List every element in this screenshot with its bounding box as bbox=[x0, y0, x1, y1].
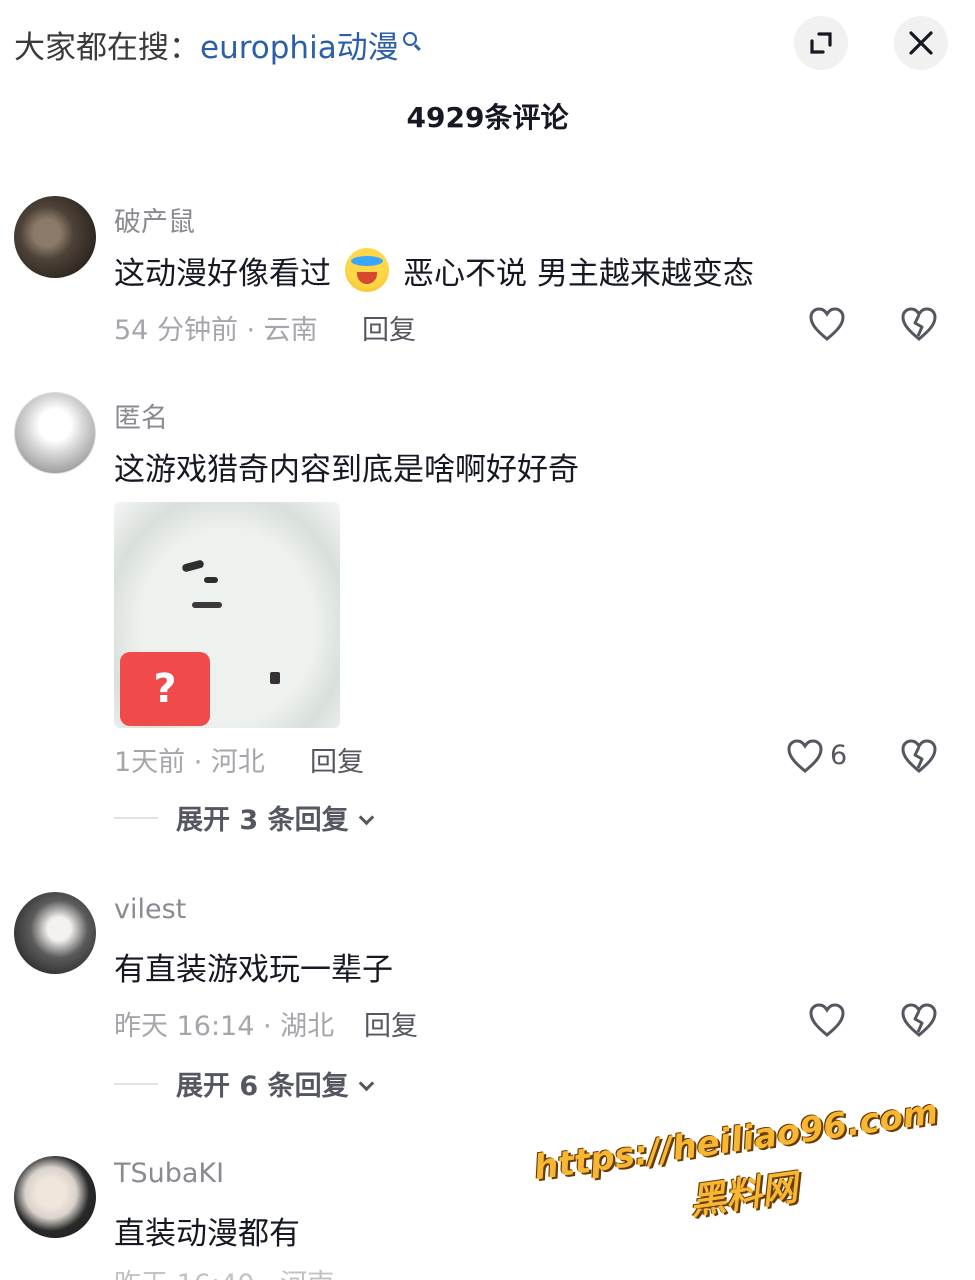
question-badge: ? bbox=[120, 652, 210, 726]
sticker-dot bbox=[270, 672, 280, 684]
search-suggestion-keyword[interactable]: europhia动漫 bbox=[200, 30, 399, 66]
reply-button[interactable]: 回复 bbox=[364, 1004, 418, 1043]
avatar[interactable] bbox=[14, 392, 96, 474]
comment-text[interactable]: 这游戏猎奇内容到底是啥啊好好奇 bbox=[114, 444, 579, 489]
comment-username[interactable]: 破产鼠 bbox=[114, 200, 195, 239]
divider bbox=[114, 817, 158, 819]
expand-replies-label: 展开 3 条回复 bbox=[176, 798, 374, 837]
sticker-eye bbox=[181, 559, 205, 573]
top-bar: 大家都在搜：europhia动漫 bbox=[0, 0, 975, 90]
close-button[interactable] bbox=[894, 16, 948, 70]
expand-replies[interactable]: 展开 3 条回复 bbox=[114, 798, 414, 838]
chevron-down-icon bbox=[358, 809, 374, 826]
expand-replies-label: 展开 6 条回复 bbox=[176, 1064, 374, 1103]
comment-meta: 昨天 16:40 · 河南 bbox=[114, 1262, 334, 1280]
avatar[interactable] bbox=[14, 1156, 96, 1238]
avatar[interactable] bbox=[14, 892, 96, 974]
comment-username[interactable]: vilest bbox=[114, 894, 186, 925]
comment-text-part: 恶心不说 男主越来越变态 bbox=[403, 256, 754, 292]
comment-username[interactable]: TSubaKI bbox=[114, 1158, 224, 1189]
expand-replies[interactable]: 展开 6 条回复 bbox=[114, 1064, 414, 1104]
crying-laughing-emoji-icon bbox=[345, 248, 389, 292]
comment-meta: 54 分钟前 · 云南 bbox=[114, 315, 318, 346]
heart-icon[interactable] bbox=[786, 738, 824, 774]
broken-heart-icon[interactable] bbox=[900, 1002, 938, 1038]
expand-replies-text: 展开 6 条回复 bbox=[176, 1071, 349, 1102]
close-icon bbox=[909, 31, 933, 55]
expand-icon bbox=[810, 32, 832, 54]
avatar[interactable] bbox=[14, 196, 96, 278]
search-suggestion[interactable]: 大家都在搜：europhia动漫 bbox=[14, 22, 417, 67]
comment-text[interactable]: 这动漫好像看过 恶心不说 男主越来越变态 bbox=[114, 248, 754, 293]
heart-icon[interactable] bbox=[808, 1002, 846, 1038]
comment-item: 破产鼠 这动漫好像看过 恶心不说 男主越来越变态 54 分钟前 · 云南 回复 bbox=[0, 196, 975, 356]
comment-meta: 1天前 · 河北 bbox=[114, 747, 265, 778]
sticker-image[interactable]: ? bbox=[114, 502, 340, 728]
expand-replies-text: 展开 3 条回复 bbox=[176, 805, 349, 836]
search-icon bbox=[402, 32, 417, 46]
comment-text[interactable]: 直装动漫都有 bbox=[114, 1208, 300, 1253]
heart-icon[interactable] bbox=[808, 306, 846, 342]
sticker-eye bbox=[204, 577, 218, 583]
divider bbox=[114, 1083, 158, 1085]
comment-username[interactable]: 匿名 bbox=[114, 396, 168, 435]
comment-item: vilest 有直装游戏玩一辈子 昨天 16:14 · 湖北 回复 展开 6 条… bbox=[0, 892, 975, 1112]
broken-heart-icon[interactable] bbox=[900, 738, 938, 774]
broken-heart-icon[interactable] bbox=[900, 306, 938, 342]
comment-count: 4929条评论 bbox=[406, 101, 569, 134]
like-count: 6 bbox=[830, 740, 848, 771]
search-suggestion-prefix: 大家都在搜： bbox=[14, 30, 200, 66]
comment-text[interactable]: 有直装游戏玩一辈子 bbox=[114, 944, 393, 989]
reply-button[interactable]: 回复 bbox=[310, 740, 364, 779]
reply-button[interactable]: 回复 bbox=[362, 308, 416, 347]
comment-text-part: 这动漫好像看过 bbox=[114, 256, 331, 292]
chevron-down-icon bbox=[358, 1075, 374, 1092]
comment-meta: 昨天 16:14 · 湖北 bbox=[114, 1011, 335, 1042]
comment-item: 匿名 这游戏猎奇内容到底是啥啊好好奇 ? 1天前 · 河北 回复 6 展开 3 … bbox=[0, 392, 975, 836]
expand-button[interactable] bbox=[794, 16, 848, 70]
sticker-mouth bbox=[192, 602, 222, 608]
